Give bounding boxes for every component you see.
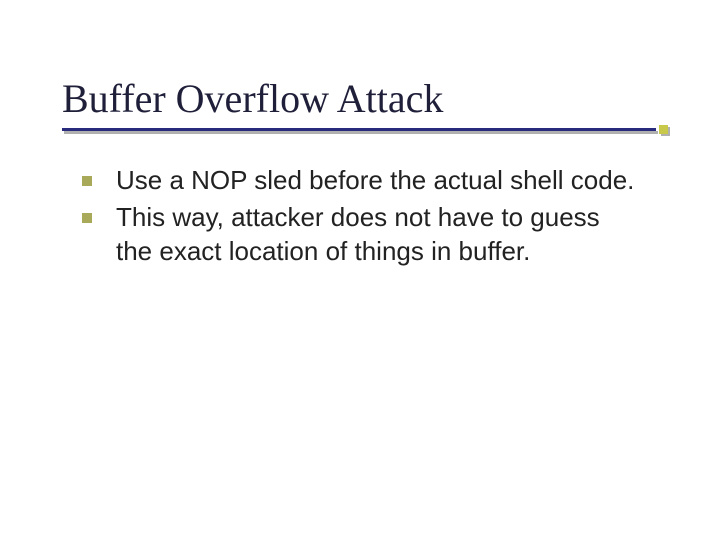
- rule-dot: [659, 125, 668, 134]
- rule-line: [62, 128, 656, 131]
- slide-title: Buffer Overflow Attack: [62, 78, 660, 120]
- list-item: This way, attacker does not have to gues…: [82, 201, 652, 268]
- title-rule: [62, 128, 658, 136]
- square-bullet-icon: [82, 213, 92, 223]
- list-item: Use a NOP sled before the actual shell c…: [82, 164, 652, 197]
- bullet-text: This way, attacker does not have to gues…: [116, 201, 636, 268]
- title-block: Buffer Overflow Attack: [62, 78, 660, 136]
- rule-shadow: [64, 131, 658, 134]
- square-bullet-icon: [82, 176, 92, 186]
- bullet-list: Use a NOP sled before the actual shell c…: [62, 164, 660, 268]
- slide: Buffer Overflow Attack Use a NOP sled be…: [0, 0, 720, 540]
- bullet-text: Use a NOP sled before the actual shell c…: [116, 164, 634, 197]
